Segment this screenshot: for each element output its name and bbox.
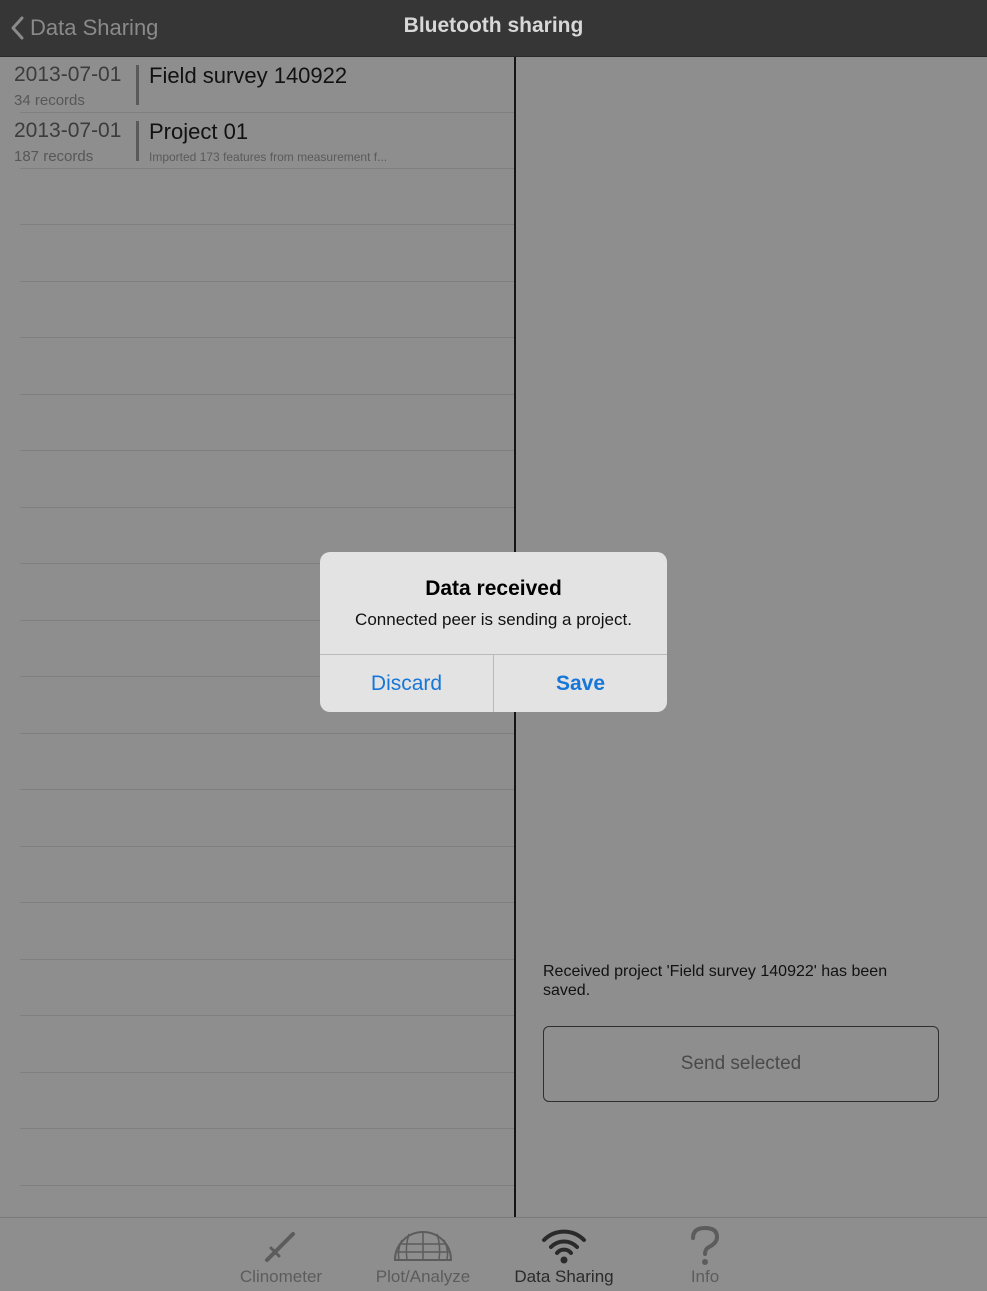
- empty-row: [0, 734, 514, 790]
- project-record-count: 34 records: [14, 92, 85, 109]
- row-separator: [20, 902, 514, 903]
- tab-label: Info: [690, 1267, 720, 1286]
- row-separator: [20, 337, 514, 338]
- empty-row: [0, 791, 514, 847]
- empty-row: [0, 169, 514, 225]
- row-separator: [20, 224, 514, 225]
- project-row[interactable]: 2013-07-01 34 records Field survey 14092…: [0, 57, 514, 113]
- tab-plot-analyze[interactable]: Plot/Analyze: [358, 1218, 488, 1291]
- globe-icon: [393, 1231, 453, 1261]
- alert-title: Data received: [425, 577, 562, 600]
- project-date: 2013-07-01: [14, 63, 122, 86]
- tab-label: Clinometer: [239, 1267, 323, 1286]
- save-button[interactable]: Save: [494, 655, 667, 712]
- project-name: Project 01: [149, 119, 249, 144]
- empty-row: [0, 226, 514, 282]
- wifi-icon: [542, 1229, 586, 1264]
- project-description: Imported 173 features from measurement f…: [149, 150, 388, 164]
- project-record-count: 187 records: [14, 148, 94, 165]
- tab-clinometer[interactable]: Clinometer: [216, 1218, 346, 1291]
- question-icon: [691, 1226, 720, 1265]
- send-selected-button[interactable]: Send selected: [543, 1026, 939, 1102]
- empty-row: [0, 1130, 514, 1186]
- tab-label: Data Sharing: [514, 1267, 614, 1286]
- empty-row: [0, 1073, 514, 1129]
- tab-info[interactable]: Info: [640, 1218, 770, 1291]
- row-divider-bar: [136, 121, 139, 161]
- row-separator: [20, 1128, 514, 1129]
- empty-row: [0, 395, 514, 451]
- empty-row: [0, 339, 514, 395]
- tab-label: Plot/Analyze: [375, 1267, 471, 1286]
- status-message: Received project 'Field survey 140922' h…: [543, 963, 888, 999]
- project-date: 2013-07-01: [14, 119, 122, 142]
- empty-row: [0, 282, 514, 338]
- project-row[interactable]: 2013-07-01 187 records Project 01 Import…: [0, 113, 514, 169]
- row-divider-bar: [136, 65, 139, 105]
- empty-row: [0, 452, 514, 508]
- clinometer-icon: [265, 1232, 295, 1262]
- row-separator: [20, 450, 514, 451]
- empty-row: [0, 904, 514, 960]
- alert-message: Connected peer is sending a project.: [355, 610, 632, 629]
- row-separator: [20, 1015, 514, 1016]
- empty-row: [0, 960, 514, 1016]
- data-received-alert: Data received Connected peer is sending …: [320, 552, 667, 712]
- empty-row: [0, 847, 514, 903]
- navigation-bar: Data Sharing Bluetooth sharing: [0, 0, 987, 57]
- row-separator: [20, 789, 514, 790]
- page-title: Bluetooth sharing: [403, 14, 584, 37]
- tab-data-sharing[interactable]: Data Sharing: [499, 1218, 629, 1291]
- tab-bar: Clinometer Plot/Analyze Data Sharing Inf…: [0, 1217, 987, 1291]
- row-separator: [20, 1185, 514, 1186]
- discard-button[interactable]: Discard: [320, 655, 493, 712]
- project-name: Field survey 140922: [149, 63, 348, 88]
- empty-row: [0, 1017, 514, 1073]
